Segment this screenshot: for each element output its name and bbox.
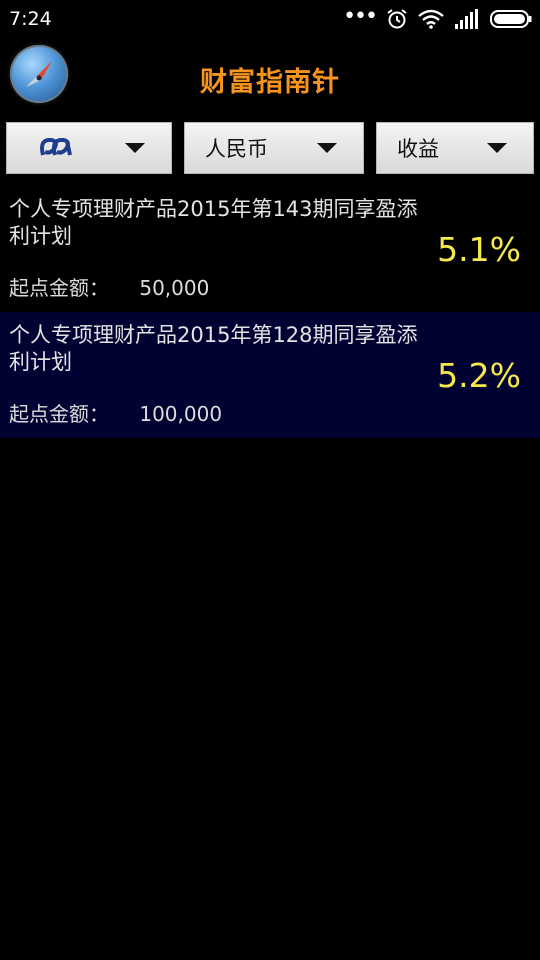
min-amount-row: 起点金额： 100,000 bbox=[9, 398, 222, 427]
chevron-down-icon bbox=[125, 143, 145, 153]
sort-filter-dropdown[interactable]: 收益 bbox=[376, 122, 534, 174]
min-amount-value: 50,000 bbox=[139, 276, 210, 300]
min-amount-label: 起点金额： bbox=[9, 276, 109, 300]
list-item[interactable]: 个人专项理财产品2015年第143期同享盈添利计划 起点金额： 50,000 5… bbox=[0, 186, 540, 312]
wifi-icon bbox=[418, 9, 444, 29]
bank-filter-dropdown[interactable] bbox=[6, 122, 172, 174]
battery-icon bbox=[490, 10, 532, 28]
chevron-down-icon bbox=[317, 143, 337, 153]
status-bar: 7:24 ••• bbox=[0, 0, 540, 38]
list-item[interactable]: 个人专项理财产品2015年第128期同享盈添利计划 起点金额： 100,000 … bbox=[0, 312, 540, 438]
currency-filter-label: 人民币 bbox=[205, 137, 268, 161]
spdb-bank-logo-icon bbox=[37, 135, 125, 161]
product-name: 个人专项理财产品2015年第128期同享盈添利计划 bbox=[9, 323, 418, 374]
signal-icon bbox=[455, 9, 478, 29]
min-amount-row: 起点金额： 50,000 bbox=[9, 272, 209, 301]
alarm-icon bbox=[387, 9, 407, 29]
return-rate: 5.2% bbox=[437, 356, 521, 395]
return-rate: 5.1% bbox=[437, 230, 521, 269]
app-title: 财富指南针 bbox=[200, 67, 340, 98]
product-list: 个人专项理财产品2015年第143期同享盈添利计划 起点金额： 50,000 5… bbox=[0, 186, 540, 438]
filter-bar: 人民币 收益 bbox=[0, 122, 540, 174]
status-icons: ••• bbox=[343, 3, 532, 32]
min-amount-label: 起点金额： bbox=[9, 402, 109, 426]
product-name: 个人专项理财产品2015年第143期同享盈添利计划 bbox=[9, 197, 418, 248]
more-dots-icon: ••• bbox=[343, 3, 378, 29]
currency-filter-dropdown[interactable]: 人民币 bbox=[184, 122, 364, 174]
min-amount-value: 100,000 bbox=[139, 402, 223, 426]
chevron-down-icon bbox=[487, 143, 507, 153]
sort-filter-label: 收益 bbox=[397, 137, 439, 161]
app-header: 财富指南针 bbox=[0, 40, 540, 118]
status-time: 7:24 bbox=[9, 8, 52, 30]
